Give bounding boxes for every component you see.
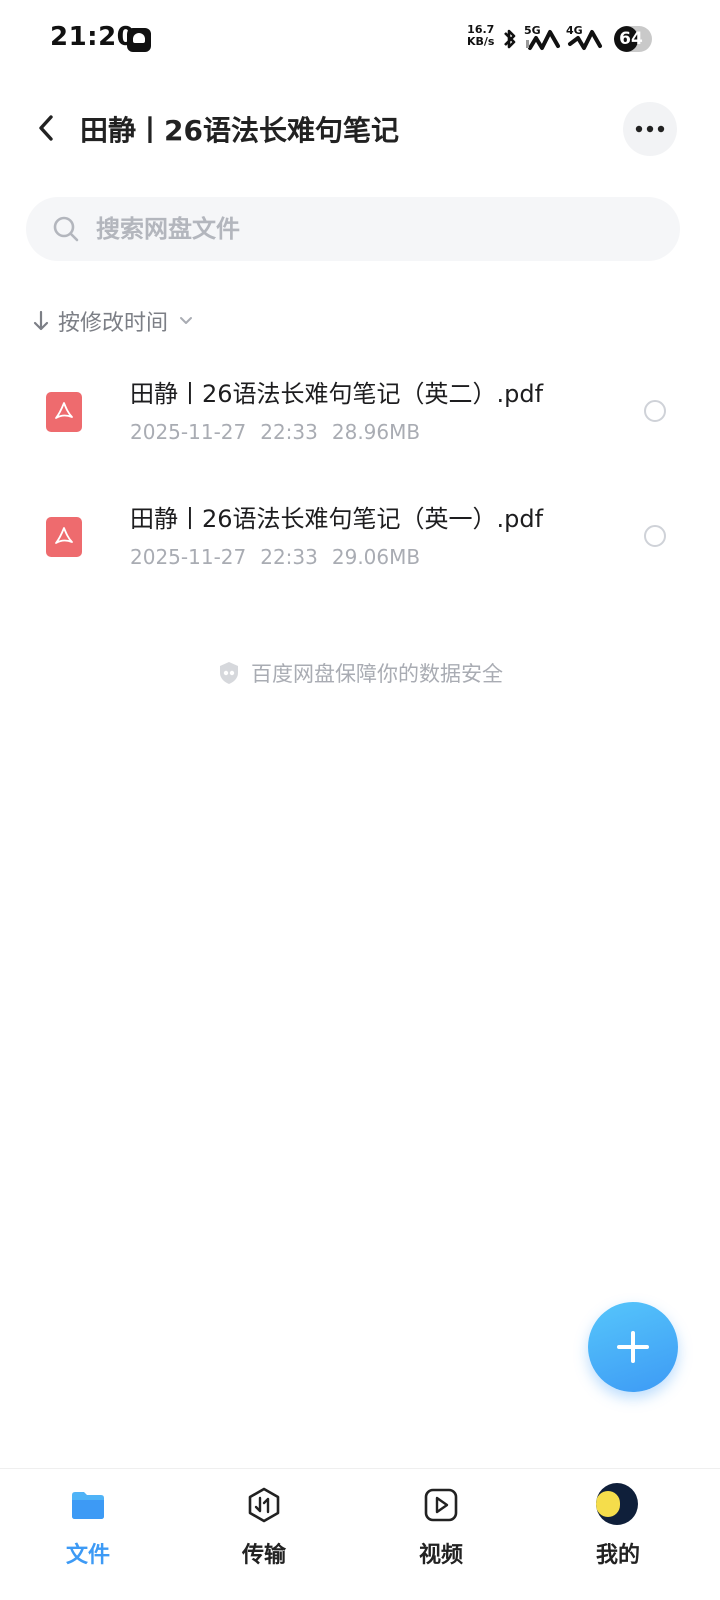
search-bar[interactable] xyxy=(26,197,680,261)
signal-4g-icon: 4G xyxy=(566,24,604,58)
arrow-down-icon xyxy=(33,310,49,331)
security-note: 百度网盘保障你的数据安全 xyxy=(0,656,720,690)
search-input[interactable] xyxy=(96,197,656,261)
file-size: 29.06MB xyxy=(331,545,421,569)
file-row[interactable]: 田静丨26语法长难句笔记（英一）.pdf 2025-11-27 22:33 29… xyxy=(0,481,720,591)
network-speed: 16.7 KB/s xyxy=(467,23,495,48)
nav-label: 文件 xyxy=(65,1543,110,1568)
file-meta: 2025-11-27 22:33 29.06MB xyxy=(130,545,420,569)
more-options-button[interactable] xyxy=(623,102,677,156)
battery-indicator: 64 xyxy=(614,26,652,52)
pdf-icon xyxy=(46,392,82,432)
file-time: 22:33 xyxy=(260,420,318,444)
file-time: 22:33 xyxy=(260,545,318,569)
transfer-icon xyxy=(248,1487,280,1523)
security-note-text: 百度网盘保障你的数据安全 xyxy=(251,662,503,686)
nav-item-video[interactable]: 视频 xyxy=(381,1481,501,1581)
nav-item-me[interactable]: 我的 xyxy=(558,1481,678,1581)
video-play-icon xyxy=(424,1488,458,1522)
add-button[interactable] xyxy=(588,1302,678,1392)
status-time: 21:20 xyxy=(50,22,136,52)
sort-selector[interactable]: 按修改时间 xyxy=(32,304,194,338)
notification-app-icon xyxy=(127,28,151,52)
file-row[interactable]: 田静丨26语法长难句笔记（英二）.pdf 2025-11-27 22:33 28… xyxy=(0,356,720,466)
nav-item-files[interactable]: 文件 xyxy=(28,1481,148,1581)
chevron-down-icon xyxy=(178,315,194,327)
nav-label: 视频 xyxy=(418,1543,463,1568)
avatar-moon xyxy=(596,1491,620,1517)
sort-label: 按修改时间 xyxy=(58,311,169,336)
file-name: 田静丨26语法长难句笔记（英一）.pdf xyxy=(130,505,544,533)
back-button[interactable] xyxy=(24,106,68,150)
select-checkbox[interactable] xyxy=(644,400,666,422)
bluetooth-icon xyxy=(504,29,516,49)
file-size: 28.96MB xyxy=(331,420,421,444)
nav-label: 我的 xyxy=(595,1543,640,1568)
chevron-left-icon xyxy=(39,115,53,141)
nav-item-transfer[interactable]: 传输 xyxy=(204,1481,324,1581)
file-name: 田静丨26语法长难句笔记（英二）.pdf xyxy=(130,380,544,408)
search-icon xyxy=(53,216,79,242)
plus-icon xyxy=(617,1331,649,1363)
file-meta: 2025-11-27 22:33 28.96MB xyxy=(130,420,420,444)
shield-icon xyxy=(220,662,238,684)
page-header: 田静丨26语法长难句笔记 xyxy=(0,96,720,162)
more-horizontal-icon xyxy=(635,125,665,133)
pdf-icon xyxy=(46,517,82,557)
folder-icon xyxy=(72,1492,104,1519)
avatar xyxy=(596,1483,638,1525)
nav-label: 传输 xyxy=(241,1543,286,1568)
page-title: 田静丨26语法长难句笔记 xyxy=(80,114,399,147)
select-checkbox[interactable] xyxy=(644,525,666,547)
status-bar: 21:20 16.7 KB/s 5G 4G 64 xyxy=(0,0,720,80)
app-screen: 21:20 16.7 KB/s 5G 4G 64 田静丨26语法长难句笔记 搜索… xyxy=(0,0,720,1600)
file-date: 2025-11-27 xyxy=(130,420,247,444)
file-date: 2025-11-27 xyxy=(130,545,247,569)
bottom-navigation: 文件 传输 视频 我的 xyxy=(0,1468,720,1600)
signal-5g-icon: 5G xyxy=(524,24,562,58)
